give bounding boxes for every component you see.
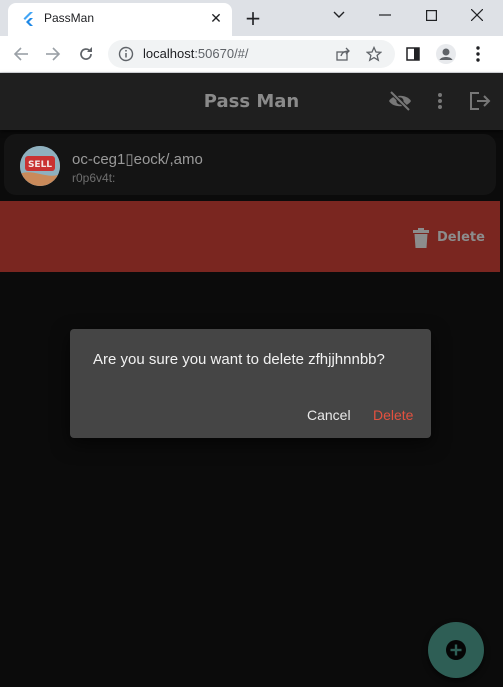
- chevron-down-icon[interactable]: [316, 0, 362, 30]
- reload-icon[interactable]: [74, 42, 98, 66]
- password-entry-card[interactable]: SELL oc-ceg1▯eock/,amo r0p6v4t:: [4, 134, 496, 195]
- tab-title: PassMan: [44, 11, 95, 25]
- add-circle-icon: [446, 640, 466, 660]
- browser-tabstrip: PassMan ✕ +: [0, 0, 503, 36]
- url-text: localhost:50670/#/: [143, 46, 249, 61]
- add-entry-button[interactable]: [428, 622, 484, 678]
- logout-icon[interactable]: [467, 88, 493, 114]
- swipe-delete-label: Delete: [437, 230, 485, 245]
- address-bar[interactable]: localhost:50670/#/: [108, 40, 395, 68]
- delete-button[interactable]: Delete: [373, 407, 413, 423]
- visibility-off-icon[interactable]: [387, 88, 413, 114]
- close-window-icon[interactable]: [454, 0, 500, 30]
- maximize-icon[interactable]: [408, 0, 454, 30]
- new-tab-icon[interactable]: +: [243, 8, 263, 28]
- profile-avatar-icon[interactable]: [434, 42, 458, 66]
- dialog-message: Are you sure you want to delete zfhjjhnn…: [93, 351, 385, 368]
- trash-icon: [413, 228, 429, 248]
- entry-subtitle: r0p6v4t:: [72, 171, 116, 185]
- browser-tab[interactable]: PassMan ✕: [8, 3, 232, 36]
- avatar: SELL: [20, 146, 60, 186]
- bookmark-star-icon[interactable]: [365, 45, 383, 63]
- app-bar: Pass Man: [0, 73, 503, 130]
- flutter-icon: [23, 12, 33, 26]
- delete-confirm-dialog: Are you sure you want to delete zfhjjhnn…: [70, 329, 431, 438]
- browser-menu-icon[interactable]: [466, 42, 490, 66]
- more-vert-icon[interactable]: [427, 88, 453, 114]
- avatar-text: SELL: [28, 160, 52, 170]
- url-host: localhost: [143, 46, 195, 61]
- share-icon[interactable]: [334, 45, 352, 63]
- back-icon[interactable]: [9, 42, 33, 66]
- minimize-icon[interactable]: [362, 0, 408, 30]
- entry-title: oc-ceg1▯eock/,amo: [72, 151, 203, 168]
- cancel-button[interactable]: Cancel: [307, 407, 351, 423]
- close-tab-icon[interactable]: ✕: [208, 11, 224, 27]
- side-panel-icon[interactable]: [401, 42, 425, 66]
- site-info-icon[interactable]: [118, 46, 134, 62]
- forward-icon[interactable]: [41, 42, 65, 66]
- url-path: :50670/#/: [194, 46, 249, 61]
- browser-toolbar: localhost:50670/#/: [0, 36, 503, 73]
